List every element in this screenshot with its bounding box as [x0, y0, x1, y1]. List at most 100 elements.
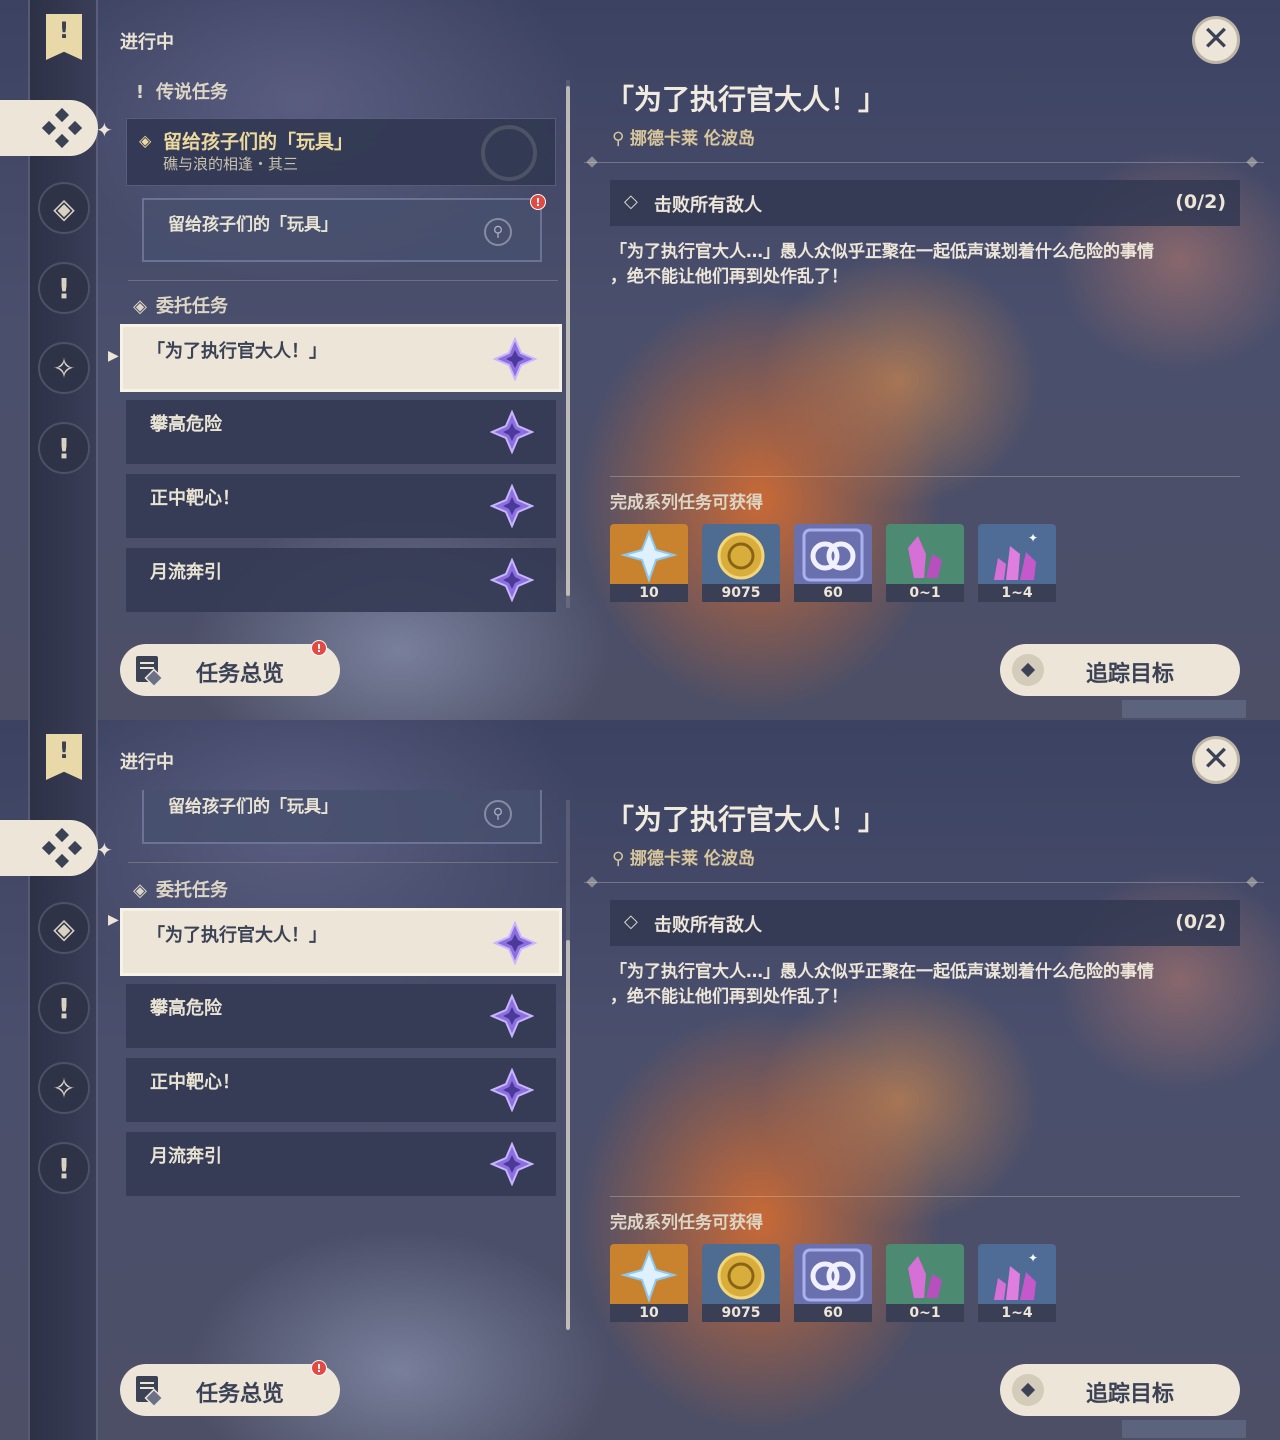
scroll-thumb[interactable] — [566, 940, 570, 1330]
close-button[interactable]: ✕ — [1192, 16, 1240, 64]
description-line: 「为了执行官大人…」愚人众似乎正聚在一起低声谋划着什么危险的事情 — [610, 242, 1154, 262]
quest-list[interactable]: ! 传说任务 ◈ 留给孩子们的「玩具」 礁与浪的相逢・其三 留给孩子们的「玩具」 … — [120, 70, 565, 618]
quest-item[interactable]: 正中靶心！ — [126, 474, 556, 538]
reward-item[interactable]: 60 — [794, 524, 872, 602]
track-label: 追踪目标 — [1086, 662, 1175, 687]
reward-item[interactable]: 60 — [794, 1244, 872, 1322]
rail-tab-archon[interactable]: ◈ — [38, 182, 90, 234]
legend-subquest-card[interactable]: 留给孩子们的「玩具」 ⚲ — [142, 198, 542, 262]
reward-item[interactable]: 0~1 — [886, 524, 964, 602]
companionship-exp-icon — [794, 524, 872, 586]
primogem-icon — [610, 524, 688, 586]
quest-title: 攀高危险 — [150, 414, 222, 435]
rail-tab-archon[interactable]: ◈ — [38, 902, 90, 954]
legend-quest-card[interactable]: ◈ 留给孩子们的「玩具」 礁与浪的相逢・其三 — [126, 118, 556, 186]
overview-book-icon — [136, 656, 164, 686]
detail-title: 「为了执行官大人！」 — [606, 83, 887, 116]
divider — [128, 862, 558, 863]
rail-tab-commission[interactable] — [0, 100, 98, 156]
reward-count: 10 — [610, 584, 688, 602]
track-objective-button[interactable]: 追踪目标 — [1000, 1364, 1240, 1416]
objective-text: 击败所有敌人 — [654, 195, 762, 216]
svg-text:✦: ✦ — [1028, 1251, 1038, 1265]
overview-label: 任务总览 — [196, 1382, 285, 1407]
reward-item[interactable]: 9075 — [702, 1244, 780, 1322]
commission-star-icon — [493, 921, 537, 965]
mora-icon — [702, 1244, 780, 1306]
rail-tab-story[interactable]: ! — [38, 982, 90, 1034]
track-label: 追踪目标 — [1086, 1382, 1175, 1407]
objective-text: 击败所有敌人 — [654, 915, 762, 936]
quest-item[interactable]: 月流奔引 — [126, 1132, 556, 1196]
event-quest-icon: ! — [57, 431, 71, 465]
commission-star-icon — [490, 558, 534, 602]
track-diamond-icon — [1012, 1374, 1044, 1406]
track-objective-button[interactable]: 追踪目标 — [1000, 644, 1240, 696]
crystal-chunk-icon — [886, 1244, 964, 1306]
commission-category-icon: ◈ — [133, 880, 147, 901]
detail-title: 「为了执行官大人！」 — [606, 803, 887, 836]
quest-item[interactable]: 攀高危险 — [126, 984, 556, 1048]
reward-item[interactable]: 10 — [610, 524, 688, 602]
quest-item[interactable]: 攀高危险 — [126, 400, 556, 464]
commission-tab-icon — [42, 828, 82, 868]
legend-quest-title: 留给孩子们的「玩具」 — [163, 131, 354, 153]
diamond-icon: ◈ — [139, 131, 152, 150]
subquest-title: 留给孩子们的「玩具」 — [168, 215, 338, 235]
reward-item[interactable]: 10 — [610, 1244, 688, 1322]
reward-item[interactable]: ✦ 1~4 — [978, 1244, 1056, 1322]
scroll-thumb[interactable] — [566, 86, 570, 596]
close-button[interactable]: ✕ — [1192, 736, 1240, 784]
reward-count: 0~1 — [886, 584, 964, 602]
reward-count: 0~1 — [886, 1304, 964, 1322]
location-text: 挪德卡莱 伦波岛 — [630, 129, 755, 149]
close-icon: ✕ — [1201, 19, 1231, 59]
quest-item-selected[interactable]: 「为了执行官大人！」 — [120, 324, 562, 392]
rail-tab-story[interactable]: ! — [38, 262, 90, 314]
notification-badge: ! — [530, 194, 546, 210]
quest-overview-button[interactable]: 任务总览 — [120, 1364, 340, 1416]
crystal-chunk-icon — [886, 524, 964, 586]
quest-description: 「为了执行官大人…」愚人众似乎正聚在一起低声谋划着什么危险的事情 ，绝不能让他们… — [610, 240, 1246, 290]
commission-star-icon — [493, 337, 537, 381]
objective-diamond-icon: ◇ — [624, 911, 638, 932]
status-title: 进行中 — [120, 32, 174, 53]
divider-ornament — [586, 156, 598, 168]
rail-tab-world[interactable]: ✧ — [38, 1062, 90, 1114]
divider — [584, 162, 1264, 163]
rail-tab-world[interactable]: ✧ — [38, 342, 90, 394]
reward-count: 60 — [794, 584, 872, 602]
reward-item[interactable]: ✦ 1~4 — [978, 524, 1056, 602]
story-quest-icon: ! — [57, 991, 71, 1025]
divider-ornament — [586, 876, 598, 888]
location-pin-icon[interactable]: ⚲ — [484, 218, 512, 246]
divider — [128, 280, 558, 281]
reward-item[interactable]: 0~1 — [886, 1244, 964, 1322]
quest-item-selected[interactable]: 「为了执行官大人！」 — [120, 908, 562, 976]
crystal-cluster-icon: ✦ — [978, 1244, 1056, 1306]
reward-count: 9075 — [702, 584, 780, 602]
rail-tab-event[interactable]: ! — [38, 422, 90, 474]
companionship-exp-icon — [794, 1244, 872, 1306]
detail-location: ⚲ 挪德卡莱 伦波岛 — [612, 844, 755, 869]
legend-subquest-card[interactable]: 留给孩子们的「玩具」 ⚲ — [142, 790, 542, 844]
rewards-label: 完成系列任务可获得 — [610, 1213, 763, 1233]
location-pin-icon[interactable]: ⚲ — [484, 800, 512, 828]
reward-item[interactable]: 9075 — [702, 524, 780, 602]
commission-star-icon — [490, 1142, 534, 1186]
quest-screen-top: ! ✦ ◈ ! ✧ ! 进行中 ✕ ! 传说任务 ◈ 留给孩子们的「玩具」 礁与浪… — [0, 0, 1280, 720]
active-spark-icon: ✦ — [96, 838, 113, 862]
quest-overview-button[interactable]: 任务总览 — [120, 644, 340, 696]
quest-item[interactable]: 月流奔引 — [126, 548, 556, 612]
quest-item[interactable]: 正中靶心！ — [126, 1058, 556, 1122]
event-quest-icon: ! — [57, 1151, 71, 1185]
selection-arrow-icon: ▶ — [108, 912, 119, 928]
rail-tab-event[interactable]: ! — [38, 1142, 90, 1194]
rail-tab-commission[interactable] — [0, 820, 98, 876]
reward-count: 9075 — [702, 1304, 780, 1322]
bottom-hint-bar — [1122, 1420, 1246, 1438]
overview-badge: ! — [311, 1360, 327, 1376]
quest-title: 月流奔引 — [150, 562, 222, 583]
bottom-hint-bar — [1122, 700, 1246, 718]
quest-list[interactable]: 留给孩子们的「玩具」 ⚲ ◈ 委托任务 「为了执行官大人！」 攀高危险 正中靶心！… — [120, 790, 565, 1338]
